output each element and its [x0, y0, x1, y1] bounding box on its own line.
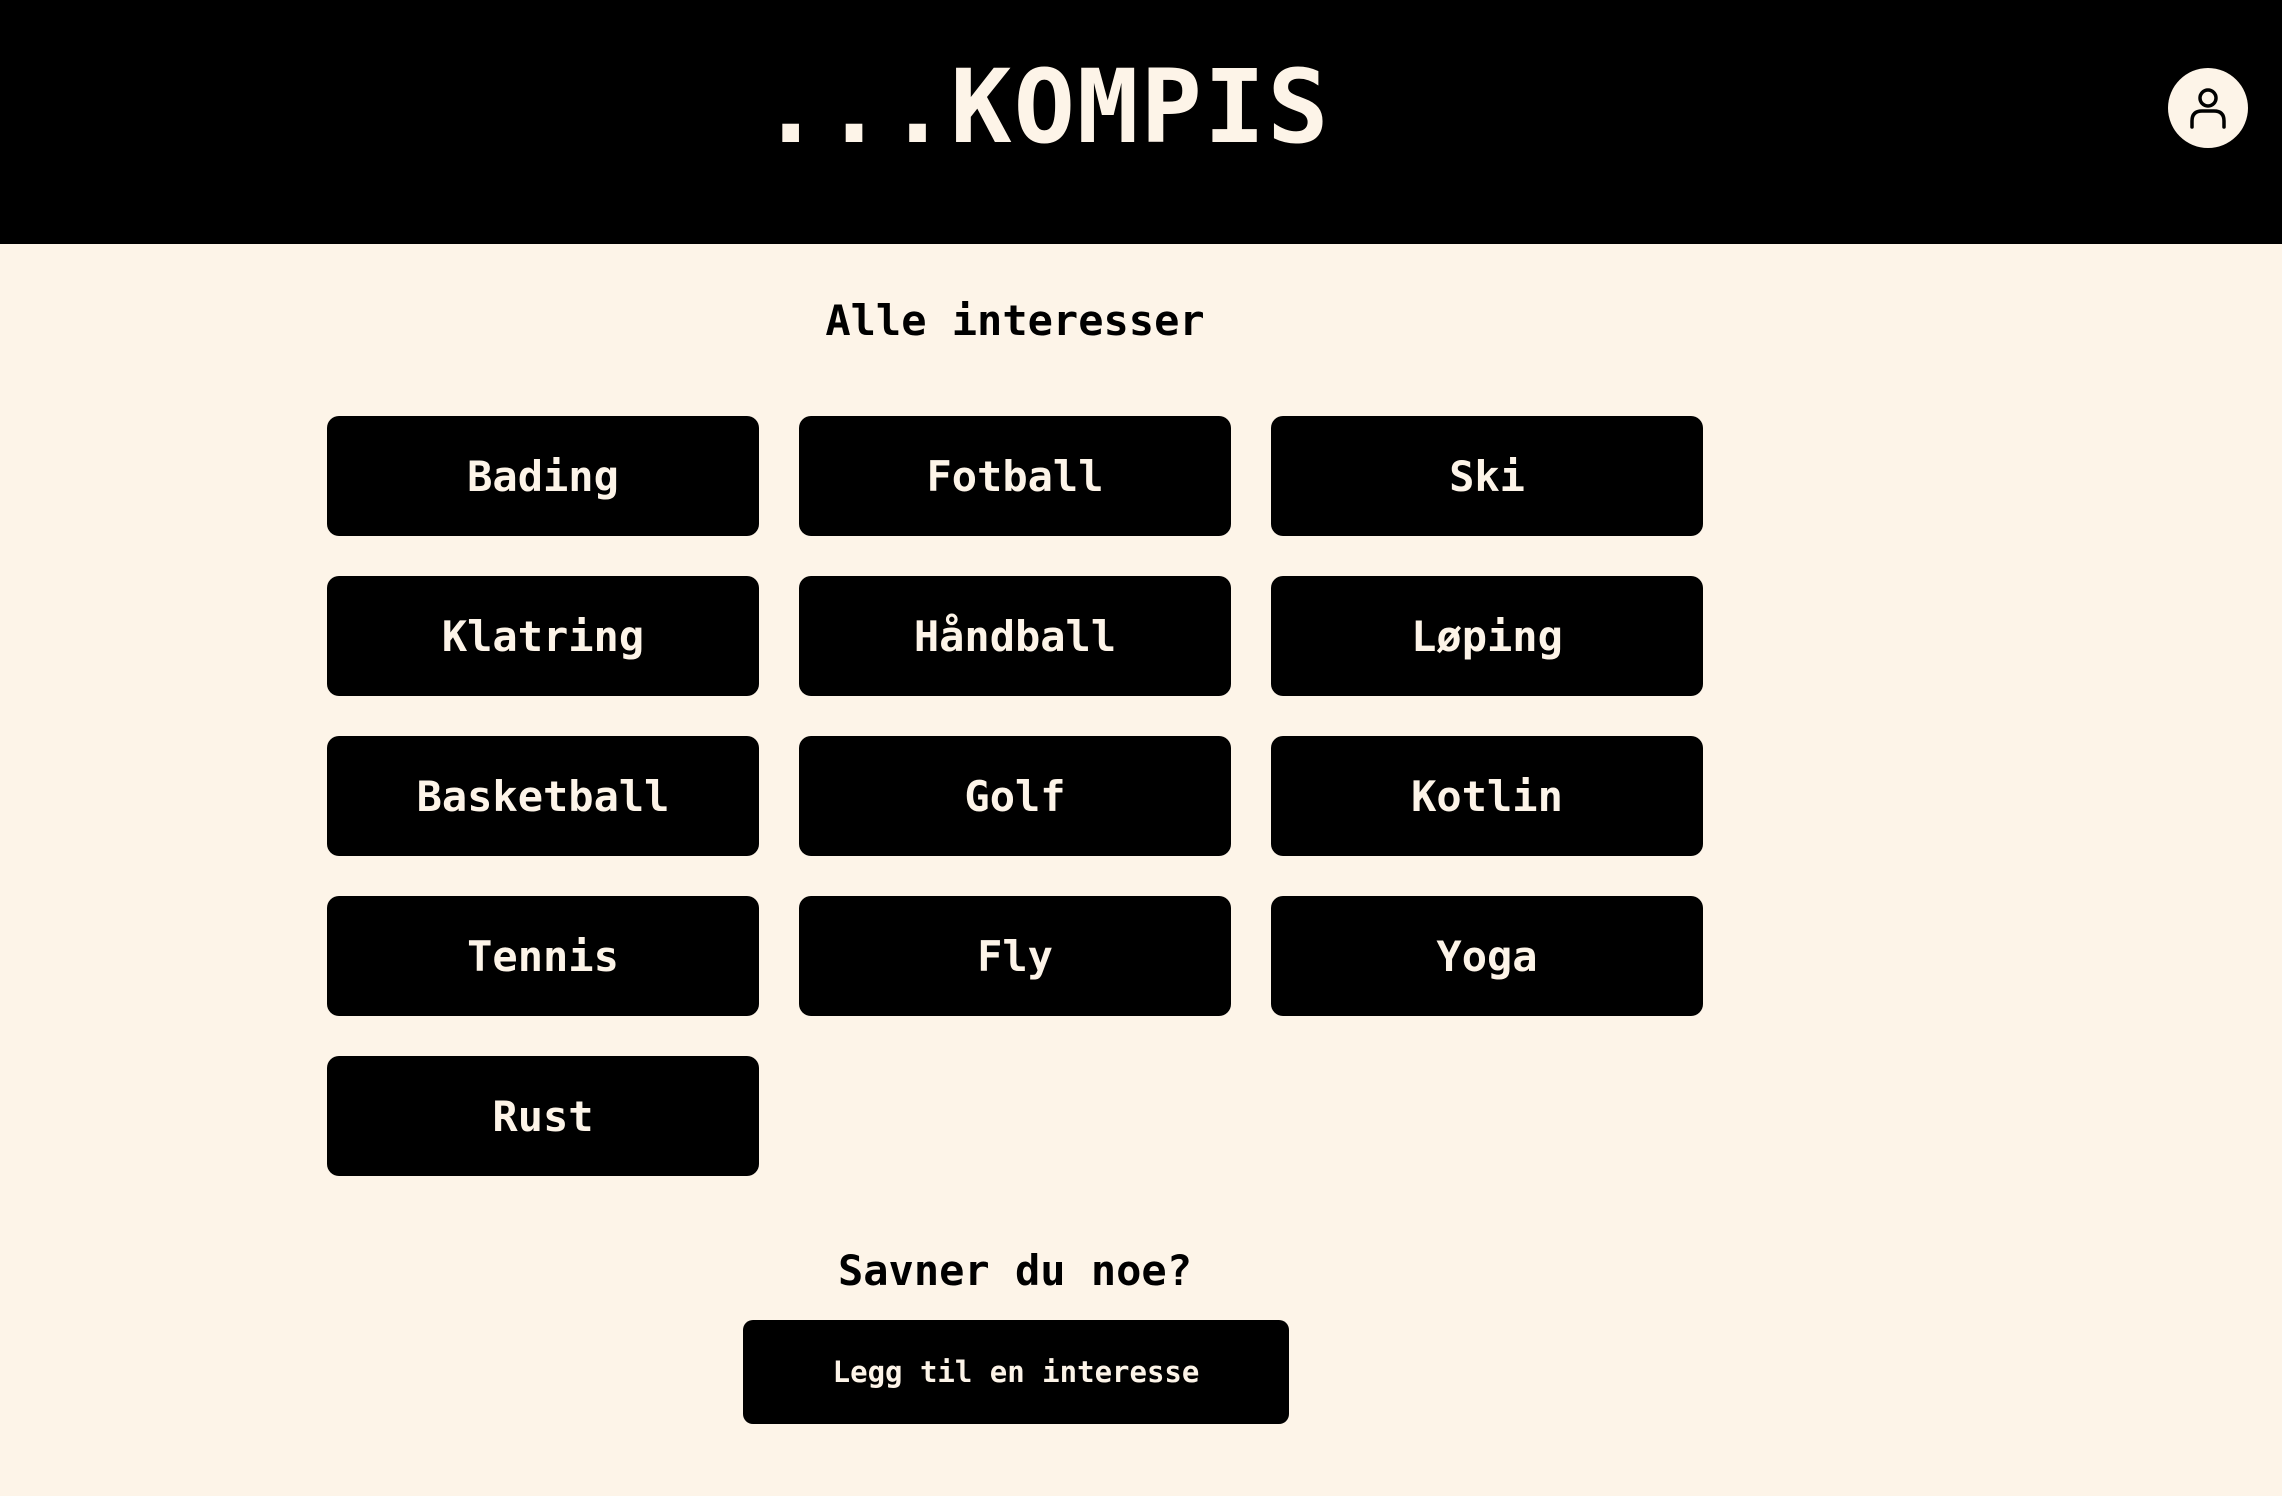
interest-button[interactable]: Yoga [1271, 896, 1703, 1016]
interest-button[interactable]: Løping [1271, 576, 1703, 696]
interest-button[interactable]: Golf [799, 736, 1231, 856]
interest-button[interactable]: Tennis [327, 896, 759, 1016]
interest-button[interactable]: Kotlin [1271, 736, 1703, 856]
page-title: Alle interesser [825, 296, 1205, 345]
interest-button[interactable]: Ski [1271, 416, 1703, 536]
interest-button[interactable]: Fly [799, 896, 1231, 1016]
interest-button[interactable]: Bading [327, 416, 759, 536]
add-interest-button[interactable]: Legg til en interesse [743, 1320, 1289, 1424]
missing-prompt: Savner du noe? [837, 1246, 1192, 1295]
interest-grid: Bading Fotball Ski Klatring Håndball Løp… [327, 416, 1703, 1176]
interest-button[interactable]: Fotball [799, 416, 1231, 536]
user-icon [2190, 88, 2226, 129]
app-logo[interactable]: ...KOMPIS [760, 48, 1331, 168]
interest-button[interactable]: Basketball [327, 736, 759, 856]
profile-button[interactable] [2168, 68, 2248, 148]
interest-button[interactable]: Klatring [327, 576, 759, 696]
interest-button[interactable]: Rust [327, 1056, 759, 1176]
interest-button[interactable]: Håndball [799, 576, 1231, 696]
header-bar: ...KOMPIS [0, 0, 2282, 244]
